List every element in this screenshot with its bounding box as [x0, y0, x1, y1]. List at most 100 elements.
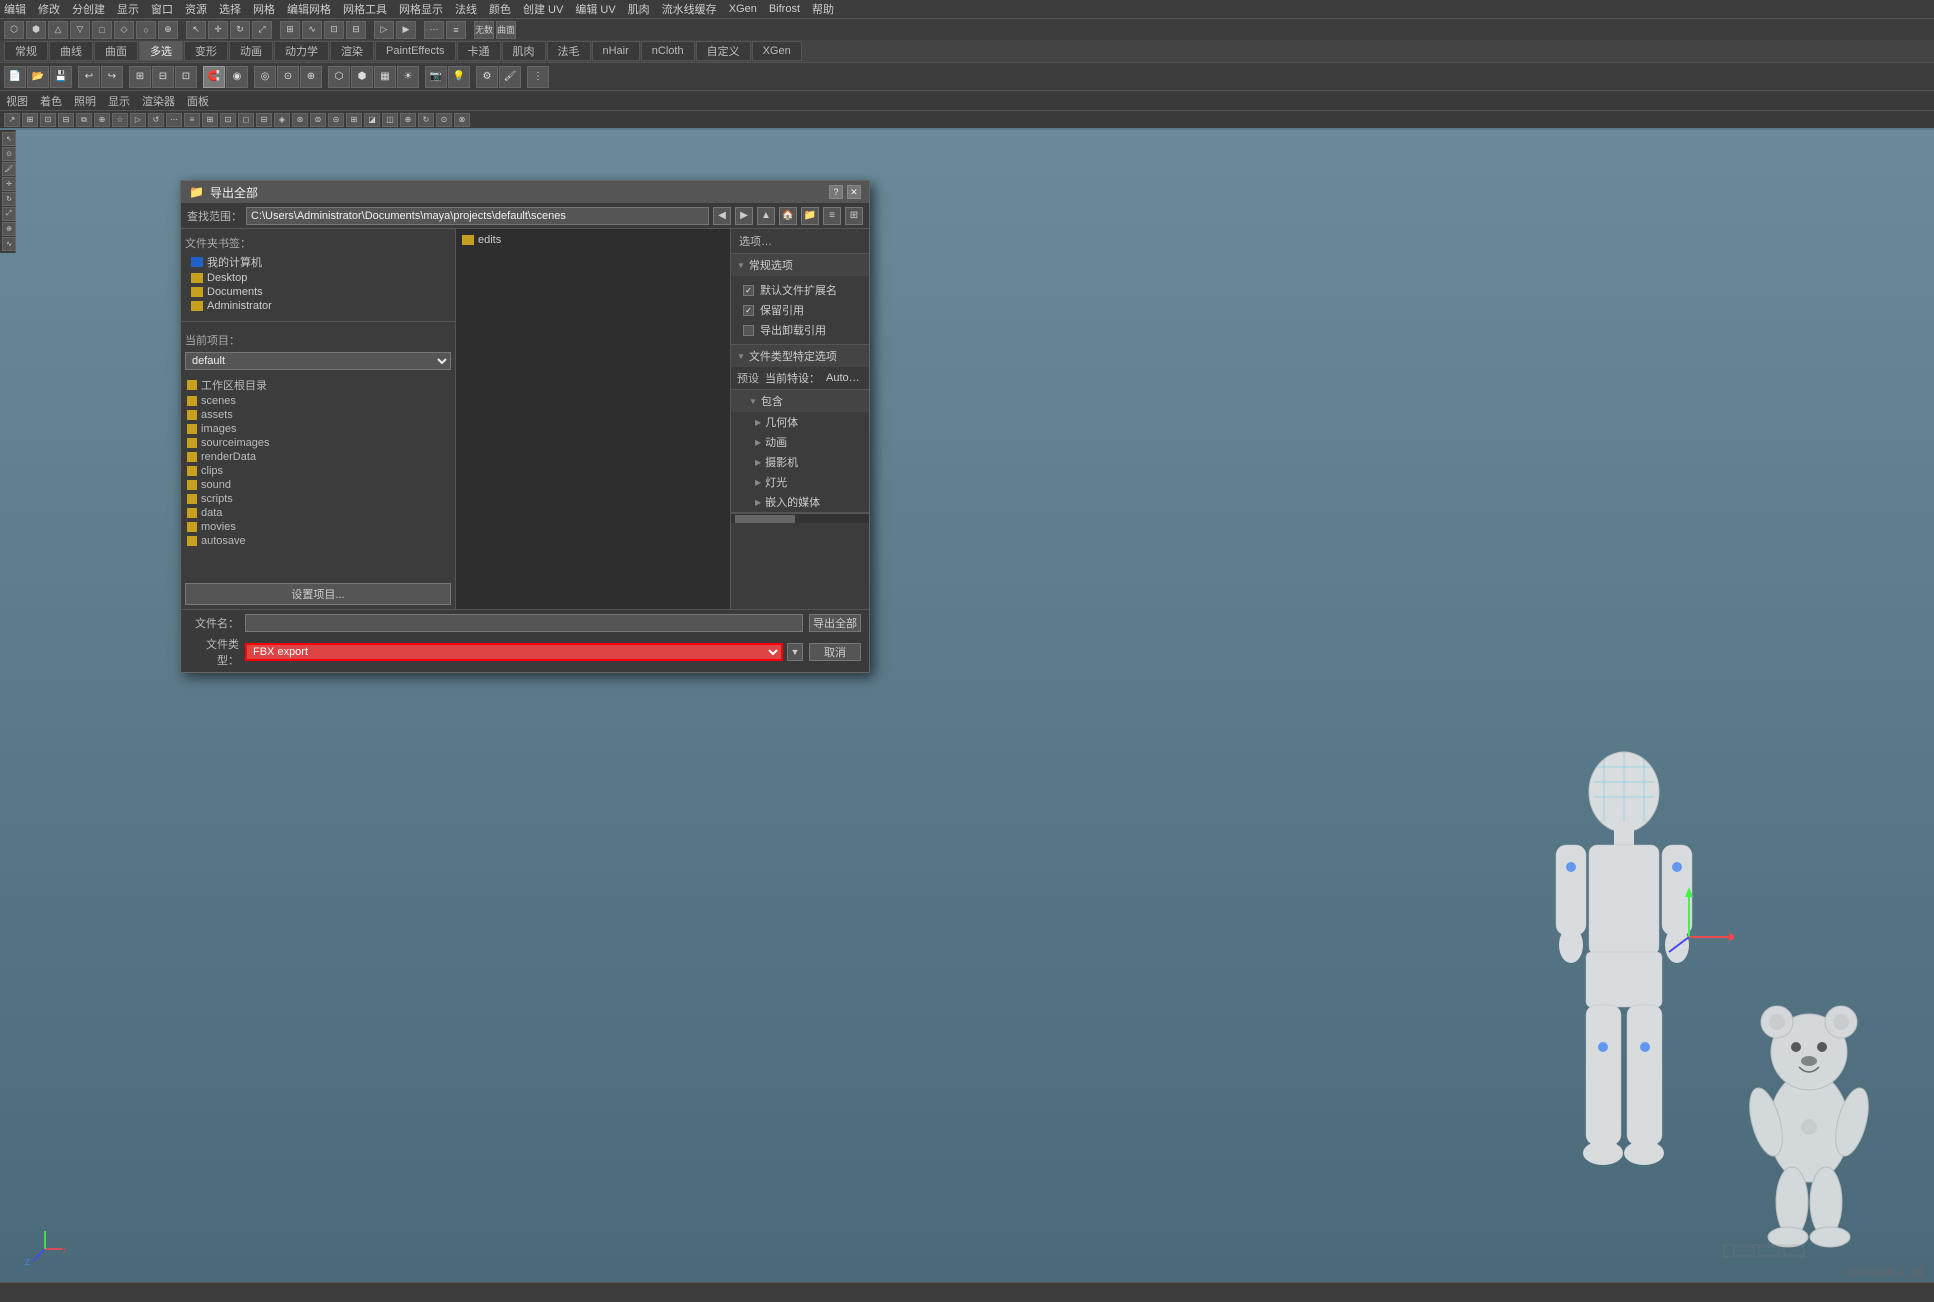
icon-wireframe[interactable]: ⬡ [328, 66, 350, 88]
menu-modify[interactable]: 修改 [38, 1, 60, 17]
tab-cartoon[interactable]: 卡通 [457, 41, 501, 61]
sm-btn-12[interactable]: ⊞ [202, 113, 218, 127]
tool-manip[interactable]: ⊕ [2, 222, 16, 236]
sm-btn-14[interactable]: ◻ [238, 113, 254, 127]
menu-create-uv[interactable]: 创建 UV [523, 1, 563, 17]
tool-scale[interactable]: ⤢ [2, 207, 16, 221]
sm-btn-8[interactable]: ▷ [130, 113, 146, 127]
tool-select[interactable]: ↖ [2, 132, 16, 146]
middle-panel[interactable]: edits [456, 229, 731, 609]
sm-btn-20[interactable]: ⊞ [346, 113, 362, 127]
sm-btn-2[interactable]: ⊞ [22, 113, 38, 127]
include-camera[interactable]: ▶ 摄影机 [731, 452, 869, 472]
sm-btn-19[interactable]: ⊝ [328, 113, 344, 127]
tb-select[interactable]: ↖ [186, 21, 206, 39]
tool-rotate[interactable]: ↻ [2, 192, 16, 206]
sm-btn-6[interactable]: ⊕ [94, 113, 110, 127]
sm-btn-15[interactable]: ⊟ [256, 113, 272, 127]
tb-rotate[interactable]: ↻ [230, 21, 250, 39]
tb-curve-set[interactable]: 曲面 [496, 21, 516, 39]
menu-pipeline[interactable]: 流水线缓存 [662, 1, 717, 17]
icon-rivet[interactable]: ⚙ [476, 66, 498, 88]
tab-muscle[interactable]: 肌肉 [502, 41, 546, 61]
vp-panel[interactable]: 面板 [187, 93, 209, 109]
menu-create[interactable]: 分创建 [72, 1, 105, 17]
sm-btn-16[interactable]: ◈ [274, 113, 290, 127]
icon-paint-weights[interactable]: 🖌 [499, 66, 521, 88]
icon-soft-sel[interactable]: ◉ [226, 66, 248, 88]
tool-paint[interactable]: 🖌 [2, 162, 16, 176]
vp-shade[interactable]: 着色 [40, 93, 62, 109]
icon-solid[interactable]: ⬢ [351, 66, 373, 88]
ws-movies[interactable]: movies [185, 520, 451, 534]
icon-select-all[interactable]: ⊞ [129, 66, 151, 88]
cb-unload[interactable] [743, 325, 754, 336]
icon-lighting[interactable]: ☀ [397, 66, 419, 88]
icon-frame-all[interactable]: ⊕ [300, 66, 322, 88]
sm-btn-24[interactable]: ↻ [418, 113, 434, 127]
include-geometry[interactable]: ▶ 几何体 [731, 412, 869, 432]
tb-snap-view[interactable]: ⊟ [346, 21, 366, 39]
tb-move[interactable]: ✛ [208, 21, 228, 39]
folder-documents[interactable]: Documents [189, 285, 451, 299]
menu-select[interactable]: 选择 [219, 1, 241, 17]
menu-edit[interactable]: 编辑 [4, 1, 26, 17]
sm-btn-9[interactable]: ↺ [148, 113, 164, 127]
icon-open[interactable]: 📂 [27, 66, 49, 88]
ws-sourceimages[interactable]: sourceimages [185, 436, 451, 450]
menu-muscle[interactable]: 肌肉 [628, 1, 650, 17]
sm-btn-11[interactable]: ≡ [184, 113, 200, 127]
tb-snap-point[interactable]: ⊡ [324, 21, 344, 39]
export-dialog[interactable]: 📁 导出全部 ? ✕ 查找范围： ◀ ▶ ▲ 🏠 📁 ≡ ⊞ [180, 180, 870, 673]
ws-sound[interactable]: sound [185, 478, 451, 492]
menu-mesh-display[interactable]: 网格显示 [399, 1, 443, 17]
ws-clips[interactable]: clips [185, 464, 451, 478]
icon-extras[interactable]: ⋮ [527, 66, 549, 88]
path-up-btn[interactable]: ▲ [757, 207, 775, 225]
tab-deform[interactable]: 变形 [184, 41, 228, 61]
tab-xgen[interactable]: XGen [752, 41, 802, 61]
ws-scripts[interactable]: scripts [185, 492, 451, 506]
file-edits[interactable]: edits [460, 233, 726, 247]
tb-snap-grid[interactable]: ⊞ [280, 21, 300, 39]
icon-snap-mode[interactable]: 🧲 [203, 66, 225, 88]
tb-render[interactable]: ▷ [374, 21, 394, 39]
ws-data[interactable]: data [185, 506, 451, 520]
h-scrollbar[interactable] [731, 513, 869, 523]
filetype-select-arrow[interactable]: ▼ [787, 643, 803, 661]
icon-new[interactable]: 📄 [4, 66, 26, 88]
sm-btn-1[interactable]: ↗ [4, 113, 20, 127]
icon-deselect[interactable]: ⊟ [152, 66, 174, 88]
vp-renderer[interactable]: 渲染器 [142, 93, 175, 109]
sm-btn-5[interactable]: ⧉ [76, 113, 92, 127]
folder-desktop[interactable]: Desktop [189, 271, 451, 285]
sm-btn-26[interactable]: ⊗ [454, 113, 470, 127]
tb-btn-3[interactable]: △ [48, 21, 68, 39]
tb-btn-2[interactable]: ⬢ [26, 21, 46, 39]
tb-btn-1[interactable]: ⬡ [4, 21, 24, 39]
general-options-header[interactable]: ▼ 常规选项 [731, 254, 869, 276]
filetype-select[interactable]: FBX export [245, 643, 783, 661]
icon-camera[interactable]: 📷 [425, 66, 447, 88]
menu-normals[interactable]: 法线 [455, 1, 477, 17]
icon-textured[interactable]: ▦ [374, 66, 396, 88]
sm-btn-21[interactable]: ◪ [364, 113, 380, 127]
icon-isolate[interactable]: ◎ [254, 66, 276, 88]
cb-ext[interactable] [743, 285, 754, 296]
menu-mesh-tools[interactable]: 网格工具 [343, 1, 387, 17]
ws-autosave[interactable]: autosave [185, 534, 451, 548]
icon-invert[interactable]: ⊡ [175, 66, 197, 88]
tb-anim-curve[interactable]: 无数 [474, 21, 494, 39]
tb-ipr[interactable]: ▶ [396, 21, 416, 39]
cb-ref[interactable] [743, 305, 754, 316]
menu-color[interactable]: 颜色 [489, 1, 511, 17]
sm-btn-3[interactable]: ⊡ [40, 113, 56, 127]
tool-lasso[interactable]: ⊙ [2, 147, 16, 161]
project-select[interactable]: default [185, 352, 451, 370]
sm-btn-7[interactable]: ☆ [112, 113, 128, 127]
menu-window[interactable]: 窗口 [151, 1, 173, 17]
icon-frame-sel[interactable]: ⊙ [277, 66, 299, 88]
dialog-help-button[interactable]: ? [829, 185, 843, 199]
tb-btn-6[interactable]: ◇ [114, 21, 134, 39]
tb-snap-curve[interactable]: ∿ [302, 21, 322, 39]
